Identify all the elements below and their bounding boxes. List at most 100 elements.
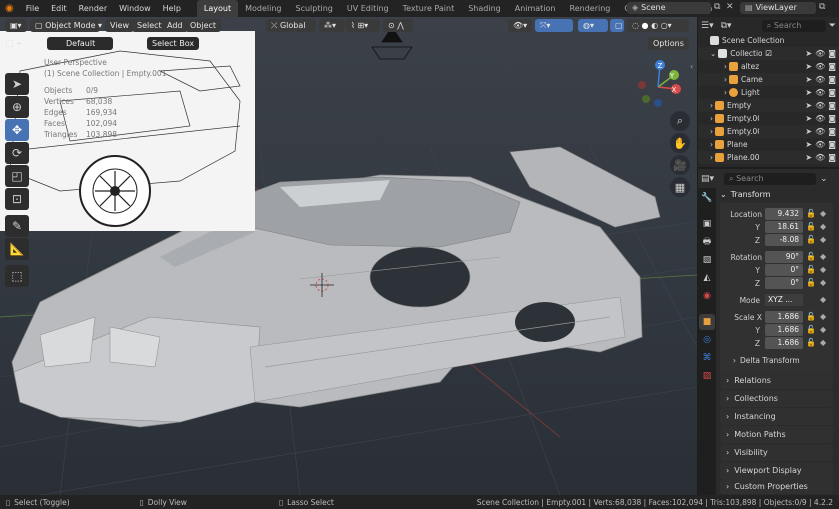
- menu-object[interactable]: Object: [185, 19, 222, 32]
- expand-arrow-icon[interactable]: ›: [724, 88, 727, 97]
- scene-copy-icon[interactable]: ⧉: [714, 2, 720, 12]
- lock-icon[interactable]: 🔓: [806, 312, 816, 321]
- outliner-item-altez[interactable]: › altez ➤ 👁 ◙: [698, 60, 839, 73]
- tab-layout[interactable]: Layout: [196, 0, 239, 17]
- location-x-field[interactable]: 9.432: [765, 208, 803, 220]
- transform-panel-header[interactable]: ⌄ Transform: [720, 188, 833, 201]
- lock-icon[interactable]: 🔓: [806, 209, 816, 218]
- keyframe-icon[interactable]: ◆: [820, 312, 826, 321]
- eye-icon[interactable]: 👁: [815, 140, 825, 149]
- outliner-root[interactable]: Scene Collection: [698, 34, 839, 47]
- keyframe-icon[interactable]: ◆: [820, 338, 826, 347]
- eye-icon[interactable]: 👁: [815, 75, 825, 84]
- location-z-field[interactable]: -8.08: [765, 234, 803, 246]
- camera-render-icon[interactable]: ◙: [828, 88, 836, 97]
- tab-texture-paint[interactable]: Texture Paint: [396, 0, 462, 17]
- pivot-point-selector[interactable]: ⁂▾: [319, 19, 345, 32]
- keyframe-icon[interactable]: ◆: [820, 278, 826, 287]
- outliner-item-camera[interactable]: › Camera ➤👁◙: [698, 73, 839, 86]
- view-layer-copy-icon[interactable]: ⧉: [819, 2, 825, 12]
- expand-arrow-icon[interactable]: ›: [710, 140, 713, 149]
- cursor-tool-icon[interactable]: ⊕: [5, 96, 29, 118]
- camera-render-icon[interactable]: ◙: [828, 62, 836, 71]
- eye-icon[interactable]: 👁: [815, 62, 825, 71]
- drag-selector[interactable]: Default: [47, 37, 113, 50]
- properties-search[interactable]: ⌕ Search: [724, 172, 817, 185]
- properties-editor-icon[interactable]: ▤▾: [701, 174, 714, 184]
- tab-shading[interactable]: Shading: [461, 0, 508, 17]
- lock-icon[interactable]: 🔓: [806, 222, 816, 231]
- scene-remove-icon[interactable]: ✕: [726, 2, 734, 12]
- menu-window[interactable]: Window: [113, 0, 157, 17]
- output-tab-icon[interactable]: 🖶: [699, 234, 715, 250]
- keyframe-icon[interactable]: ◆: [820, 265, 826, 274]
- 3d-viewport[interactable]: ▣▾ ▢ Object Mode ▾ View Select Add Objec…: [0, 17, 697, 495]
- lock-icon[interactable]: 🔓: [806, 325, 816, 334]
- expand-arrow-icon[interactable]: ›: [710, 101, 713, 110]
- panel-custom-properties[interactable]: › Custom Properties: [720, 479, 833, 494]
- viewport-visibility-button[interactable]: 👁▾: [508, 19, 532, 32]
- eye-icon[interactable]: 👁: [815, 153, 825, 162]
- mode-selector[interactable]: ▢ Object Mode ▾: [30, 19, 102, 32]
- rotation-x-field[interactable]: 90°: [765, 251, 803, 263]
- outliner-item-empty-001[interactable]: › Empty.001 ➤👁◙: [698, 112, 839, 125]
- scale-tool-icon[interactable]: ◰: [5, 165, 29, 187]
- zoom-icon[interactable]: ⌕: [670, 111, 690, 131]
- camera-render-icon[interactable]: ◙: [828, 153, 836, 162]
- expand-arrow-icon[interactable]: ›: [710, 114, 713, 123]
- select-box-button[interactable]: Select Box: [147, 37, 200, 50]
- panel-motion-paths[interactable]: › Motion Paths: [720, 426, 833, 443]
- world-tab-icon[interactable]: ◉: [699, 288, 715, 304]
- outliner-item-empty-002[interactable]: › Empty.002 ➤👁◙: [698, 125, 839, 138]
- menu-edit[interactable]: Edit: [45, 0, 73, 17]
- expand-arrow-icon[interactable]: ›: [710, 153, 713, 162]
- overlays-toggle[interactable]: ◍▾: [578, 19, 608, 32]
- select-arrow-icon[interactable]: ➤: [805, 62, 812, 71]
- eye-icon[interactable]: 👁: [815, 127, 825, 136]
- render-tab-icon[interactable]: ▣: [699, 216, 715, 232]
- camera-render-icon[interactable]: ◙: [828, 140, 836, 149]
- snap-toggle[interactable]: ⌇ ⊞▾: [346, 19, 380, 32]
- keyframe-icon[interactable]: ◆: [820, 325, 826, 334]
- eye-icon[interactable]: 👁: [815, 49, 825, 58]
- scene-selector[interactable]: ◈ Scene: [627, 2, 711, 14]
- camera-view-icon[interactable]: 🎥: [670, 155, 690, 175]
- perspective-toggle-icon[interactable]: ▦: [670, 177, 690, 197]
- tab-rendering[interactable]: Rendering: [563, 0, 618, 17]
- camera-render-icon[interactable]: ◙: [828, 101, 836, 110]
- display-mode-icon[interactable]: ⧉▾: [721, 21, 732, 31]
- scale-z-field[interactable]: 1.686: [765, 337, 803, 349]
- panel-collections[interactable]: › Collections: [720, 390, 833, 407]
- expand-arrow-icon[interactable]: ›: [710, 127, 713, 136]
- scale-y-field[interactable]: 1.686: [765, 324, 803, 336]
- material-shading-icon[interactable]: ◐: [651, 21, 658, 30]
- delta-transform-subpanel[interactable]: › Delta Transform: [733, 356, 800, 365]
- wireframe-shading-icon[interactable]: ◌: [632, 21, 639, 30]
- outliner-item-light[interactable]: › Light ➤ 👁 ◙: [698, 86, 839, 99]
- rendered-shading-icon[interactable]: ○: [661, 21, 668, 30]
- annotate-tool-icon[interactable]: ✎: [5, 215, 29, 237]
- rotation-mode-selector[interactable]: XYZ ...: [765, 294, 803, 306]
- tab-sculpting[interactable]: Sculpting: [289, 0, 340, 17]
- blender-logo-icon[interactable]: ◉: [5, 3, 14, 14]
- navigation-gizmo[interactable]: X Y Z: [628, 55, 688, 115]
- checkbox-icon[interactable]: ☑: [765, 49, 772, 58]
- xray-toggle[interactable]: ▢: [610, 19, 624, 32]
- panel-viewport-display[interactable]: › Viewport Display: [720, 462, 833, 479]
- proportional-editing-toggle[interactable]: ⊙ ⋀: [383, 19, 413, 32]
- rotate-tool-icon[interactable]: ⟳: [5, 142, 29, 164]
- panel-relations[interactable]: › Relations: [720, 372, 833, 389]
- editor-type-button[interactable]: ▣▾: [5, 19, 27, 32]
- shading-modes[interactable]: ◌ ● ◐ ○▾: [627, 19, 689, 32]
- select-arrow-icon[interactable]: ➤: [805, 88, 812, 97]
- menu-add[interactable]: Add: [162, 19, 188, 32]
- gizmo-toggle[interactable]: ⤧▾: [535, 19, 573, 32]
- view-layer-tab-icon[interactable]: ▧: [699, 252, 715, 268]
- lock-icon[interactable]: 🔓: [806, 235, 816, 244]
- outliner-search[interactable]: ⌕ Search: [761, 19, 826, 32]
- rotation-y-field[interactable]: 0°: [765, 264, 803, 276]
- select-arrow-icon[interactable]: ➤: [805, 49, 812, 58]
- camera-render-icon[interactable]: ◙: [828, 114, 836, 123]
- transform-tool-icon[interactable]: ⊡: [5, 188, 29, 210]
- options-button[interactable]: Options: [648, 37, 689, 50]
